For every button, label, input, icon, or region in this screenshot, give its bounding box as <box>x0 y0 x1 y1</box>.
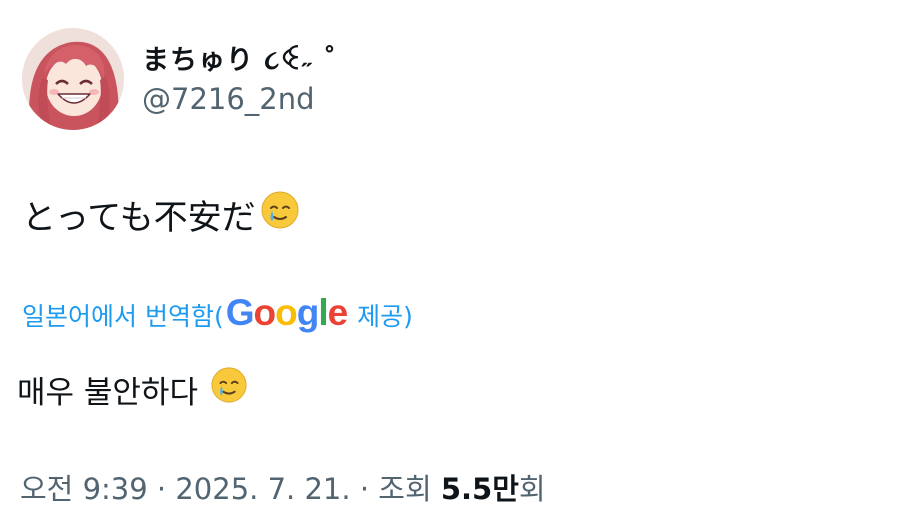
translation-attribution: 일본어에서 번역함( Google 제공) <box>22 292 413 338</box>
views-count[interactable]: 5.5만 <box>441 472 519 506</box>
avatar[interactable] <box>22 28 124 130</box>
tweet-text-content: とっても不安だ <box>22 198 256 238</box>
tweet-text: とっても不安だ <box>22 190 300 239</box>
tweet-time[interactable]: 오전 9:39 <box>20 472 148 506</box>
separator: · <box>350 472 379 506</box>
translated-text: 매우 불안하다 <box>17 366 248 412</box>
separator: · <box>147 472 176 506</box>
face-holding-back-tears-icon <box>260 190 300 239</box>
views-label: 조회 <box>378 472 432 506</box>
tweet-date[interactable]: 2025. 7. 21. <box>175 472 350 506</box>
translated-text-content: 매우 불안하다 <box>17 374 198 411</box>
views-suffix: 회 <box>518 472 546 506</box>
user-handle[interactable]: @7216_2nd <box>142 82 315 116</box>
tweet-card: まちゅり ૮ꒊ˶ ˚ @7216_2nd とっても不安だ 일본어에서 번역함( … <box>0 0 900 520</box>
avatar-image <box>22 28 124 130</box>
translated-from-link[interactable]: 일본어에서 번역함( <box>22 297 224 333</box>
provided-by-label: 제공) <box>357 302 413 331</box>
face-holding-back-tears-icon <box>210 366 248 412</box>
views-number: 5.5 <box>440 472 493 506</box>
display-name[interactable]: まちゅり ૮ꒊ˶ ˚ <box>142 38 337 77</box>
tweet-metadata: 오전 9:39 · 2025. 7. 21. · 조회 5.5만회 <box>20 466 546 508</box>
views-unit: 만 <box>492 472 519 506</box>
google-logo: Google <box>225 292 348 333</box>
